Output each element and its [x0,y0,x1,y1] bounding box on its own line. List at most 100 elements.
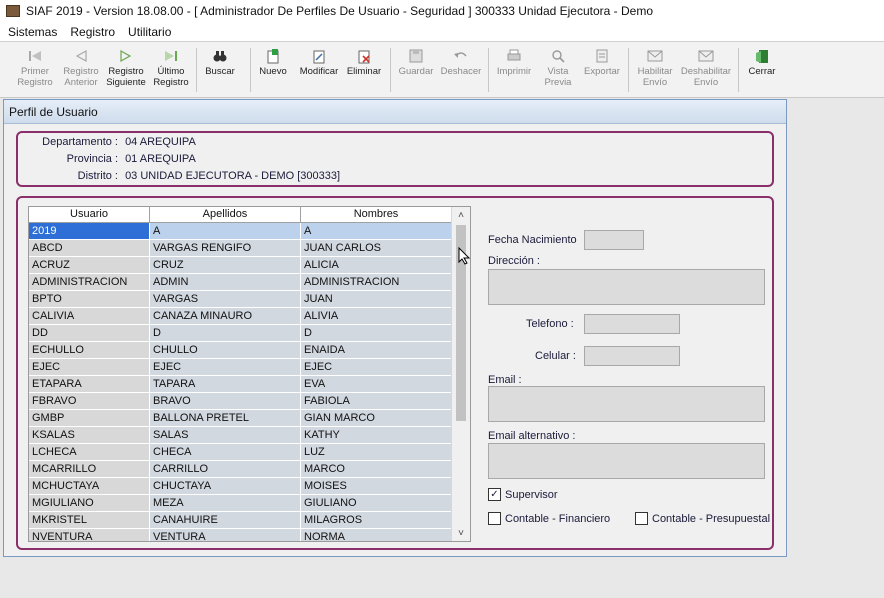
cell-apellidos[interactable]: VENTURA [150,529,301,541]
cell-apellidos[interactable]: CHUCTAYA [150,478,301,495]
checkbox-checked-icon[interactable]: ✓ [488,488,501,501]
cell-usuario[interactable]: KSALAS [29,427,150,444]
table-row[interactable]: MKRISTEL CANAHUIRE MILAGROS [29,512,452,529]
table-row[interactable]: MCARRILLO CARRILLO MARCO [29,461,452,478]
menu-sistemas[interactable]: Sistemas [8,25,57,39]
cell-apellidos[interactable]: CRUZ [150,257,301,274]
habilitar-envio-button[interactable]: Habilitar Envío [634,48,676,94]
cell-usuario[interactable]: ADMINISTRACION [29,274,150,291]
menu-utilitario[interactable]: Utilitario [128,25,171,39]
table-row[interactable]: NVENTURA VENTURA NORMA [29,529,452,541]
cell-nombres[interactable]: KATHY [301,427,452,444]
cell-nombres[interactable]: LUZ [301,444,452,461]
deshabilitar-envio-button[interactable]: Deshabilitar Envío [680,48,732,94]
eliminar-button[interactable]: Eliminar [344,48,384,94]
cell-nombres[interactable]: JUAN [301,291,452,308]
table-row[interactable]: KSALAS SALAS KATHY [29,427,452,444]
modificar-button[interactable]: Modificar [296,48,342,94]
cell-nombres[interactable]: MILAGROS [301,512,452,529]
cell-apellidos[interactable]: D [150,325,301,342]
ultimo-registro-button[interactable]: Último Registro [150,48,192,94]
cell-nombres[interactable]: MARCO [301,461,452,478]
cell-usuario[interactable]: LCHECA [29,444,150,461]
cell-apellidos[interactable]: CARRILLO [150,461,301,478]
table-row[interactable]: ADMINISTRACION ADMIN ADMINISTRACION [29,274,452,291]
cell-nombres[interactable]: FABIOLA [301,393,452,410]
table-row[interactable]: CALIVIA CANAZA MINAURO ALIVIA [29,308,452,325]
cell-apellidos[interactable]: SALAS [150,427,301,444]
cell-nombres[interactable]: MOISES [301,478,452,495]
table-row[interactable]: ACRUZ CRUZ ALICIA [29,257,452,274]
cell-usuario[interactable]: ACRUZ [29,257,150,274]
table-row[interactable]: ETAPARA TAPARA EVA [29,376,452,393]
cell-usuario[interactable]: ECHULLO [29,342,150,359]
table-row[interactable]: MCHUCTAYA CHUCTAYA MOISES [29,478,452,495]
cell-nombres[interactable]: ADMINISTRACION [301,274,452,291]
cell-usuario[interactable]: MKRISTEL [29,512,150,529]
column-header-nombres[interactable]: Nombres [301,207,452,222]
table-row[interactable]: LCHECA CHECA LUZ [29,444,452,461]
direccion-field[interactable] [488,269,765,305]
checkbox-unchecked-icon[interactable] [635,512,648,525]
table-row[interactable]: FBRAVO BRAVO FABIOLA [29,393,452,410]
registro-siguiente-button[interactable]: Registro Siguiente [104,48,148,94]
cell-apellidos[interactable]: CHULLO [150,342,301,359]
fecha-nacimiento-field[interactable] [584,230,644,250]
cell-apellidos[interactable]: CANAHUIRE [150,512,301,529]
cell-apellidos[interactable]: MEZA [150,495,301,512]
table-row[interactable]: ECHULLO CHULLO ENAIDA [29,342,452,359]
cell-usuario[interactable]: 2019 [29,223,150,240]
table-row[interactable]: ABCD VARGAS RENGIFO JUAN CARLOS [29,240,452,257]
cell-nombres[interactable]: NORMA [301,529,452,541]
cerrar-button[interactable]: Cerrar [744,48,780,94]
cell-usuario[interactable]: MCHUCTAYA [29,478,150,495]
cell-apellidos[interactable]: EJEC [150,359,301,376]
scroll-up-arrow-icon[interactable]: ˄ [452,207,470,223]
cell-apellidos[interactable]: CHECA [150,444,301,461]
cell-apellidos[interactable]: BALLONA PRETEL [150,410,301,427]
primer-registro-button[interactable]: Primer Registro [15,48,55,94]
cell-nombres[interactable]: A [301,223,452,240]
checkbox-unchecked-icon[interactable] [488,512,501,525]
guardar-button[interactable]: Guardar [396,48,436,94]
cell-usuario[interactable]: ETAPARA [29,376,150,393]
cell-apellidos[interactable]: A [150,223,301,240]
column-header-apellidos[interactable]: Apellidos [150,207,301,222]
usuarios-grid[interactable]: Usuario Apellidos Nombres 2019 A A ABCD VARG… [28,206,471,542]
cell-nombres[interactable]: EJEC [301,359,452,376]
cell-nombres[interactable]: ALICIA [301,257,452,274]
email-alternativo-field[interactable] [488,443,765,479]
cell-nombres[interactable]: ALIVIA [301,308,452,325]
telefono-field[interactable] [584,314,680,334]
nuevo-button[interactable]: Nuevo [256,48,290,94]
cell-apellidos[interactable]: VARGAS [150,291,301,308]
cell-usuario[interactable]: ABCD [29,240,150,257]
deshacer-button[interactable]: Deshacer [438,48,484,94]
cell-apellidos[interactable]: ADMIN [150,274,301,291]
scroll-down-arrow-icon[interactable]: ˅ [452,525,470,541]
table-row[interactable]: GMBP BALLONA PRETEL GIAN MARCO [29,410,452,427]
cell-nombres[interactable]: GIULIANO [301,495,452,512]
celular-field[interactable] [584,346,680,366]
imprimir-button[interactable]: Imprimir [494,48,534,94]
cell-usuario[interactable]: MGIULIANO [29,495,150,512]
cell-nombres[interactable]: D [301,325,452,342]
vista-previa-button[interactable]: Vista Previa [540,48,576,94]
column-header-usuario[interactable]: Usuario [29,207,150,222]
table-row[interactable]: BPTO VARGAS JUAN [29,291,452,308]
cell-usuario[interactable]: CALIVIA [29,308,150,325]
cell-nombres[interactable]: JUAN CARLOS [301,240,452,257]
cell-nombres[interactable]: EVA [301,376,452,393]
registro-anterior-button[interactable]: Registro Anterior [59,48,103,94]
cell-usuario[interactable]: MCARRILLO [29,461,150,478]
cell-apellidos[interactable]: BRAVO [150,393,301,410]
contable-presupuestal-checkbox[interactable]: Contable - Presupuestal [635,512,770,525]
email-field[interactable] [488,386,765,422]
table-row[interactable]: 2019 A A [29,223,452,240]
cell-usuario[interactable]: NVENTURA [29,529,150,541]
table-row[interactable]: MGIULIANO MEZA GIULIANO [29,495,452,512]
cell-usuario[interactable]: DD [29,325,150,342]
cell-nombres[interactable]: GIAN MARCO [301,410,452,427]
buscar-button[interactable]: Buscar [202,48,238,94]
cell-usuario[interactable]: EJEC [29,359,150,376]
